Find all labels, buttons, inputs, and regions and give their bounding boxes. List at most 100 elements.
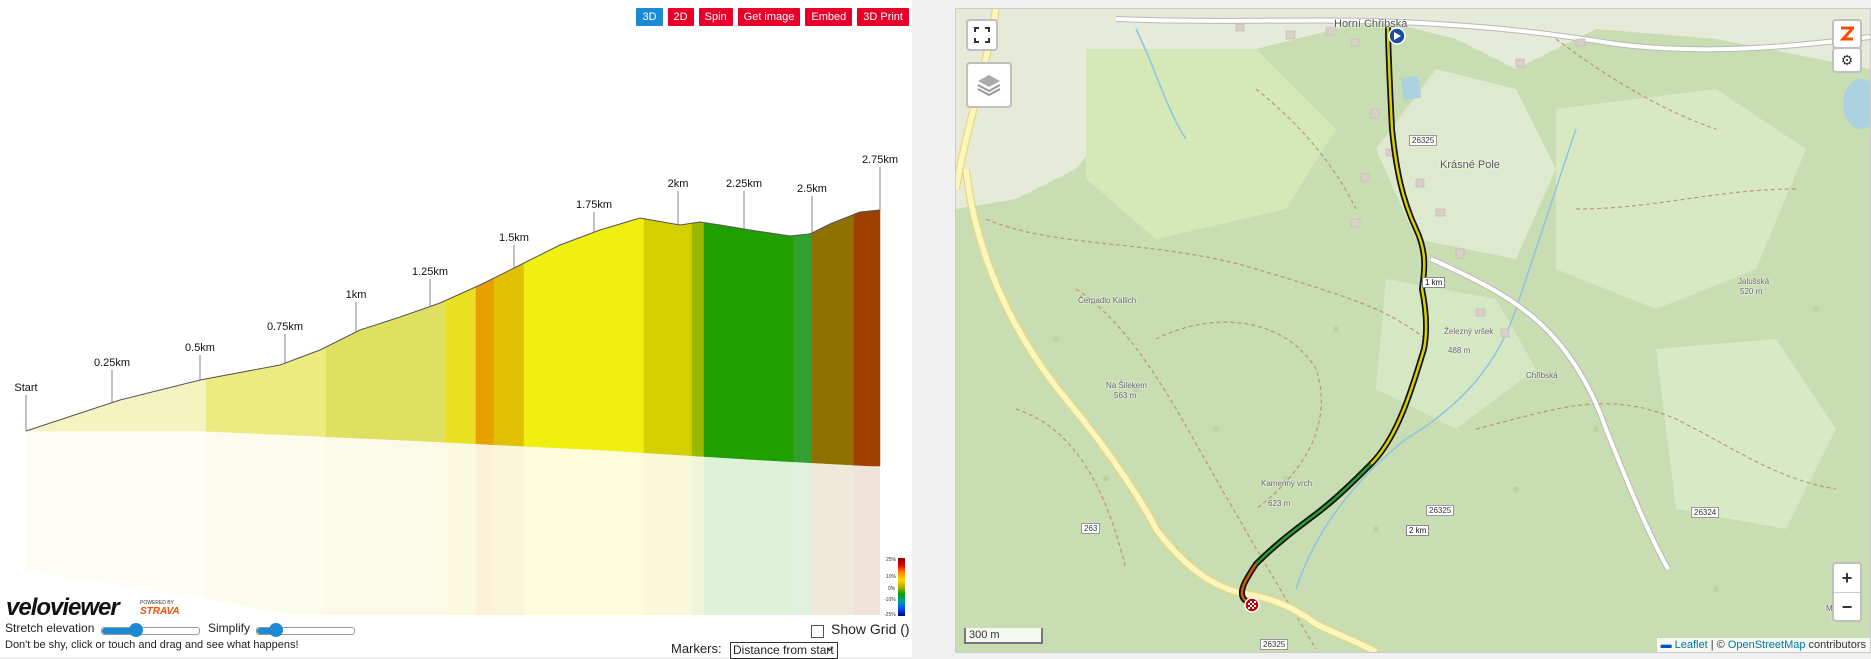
profile-floor-segment — [776, 460, 782, 615]
profile-segment — [289, 358, 297, 436]
profile-segment — [403, 313, 411, 441]
stretch-elevation-slider[interactable] — [101, 623, 200, 637]
get-image-button[interactable]: Get image — [737, 8, 801, 26]
profile-segment — [259, 367, 267, 435]
profile-floor-segment — [746, 459, 752, 615]
profile-floor-segment — [86, 431, 92, 582]
profile-floor-segment — [488, 444, 494, 615]
profile-segment — [379, 321, 387, 440]
profile-floor-segment — [68, 431, 74, 579]
leaflet-link[interactable]: Leaflet — [1675, 639, 1708, 651]
view-3d-button[interactable]: 3D — [636, 8, 663, 26]
profile-floor-segment — [794, 461, 800, 615]
show-grid-checkbox[interactable] — [811, 625, 824, 638]
profile-floor-segment — [518, 445, 524, 615]
road-number-26325-bottom: 26325 — [1260, 639, 1289, 650]
profile-segment — [859, 211, 867, 467]
profile-floor-segment — [860, 465, 866, 615]
profile-floor-segment — [92, 431, 98, 582]
spin-button[interactable]: Spin — [698, 8, 733, 26]
profile-segment — [229, 372, 237, 433]
profile-floor-segment — [506, 445, 512, 615]
profile-segment — [463, 289, 471, 444]
profile-floor-segment — [272, 434, 278, 613]
stretch-slider-thumb[interactable] — [128, 623, 143, 637]
3d-print-button[interactable]: 3D Print — [857, 8, 909, 26]
fullscreen-button[interactable] — [966, 19, 998, 51]
fullscreen-icon — [974, 27, 990, 43]
profile-segment — [631, 218, 639, 453]
strava-logo[interactable]: STRAVA — [140, 606, 180, 617]
profile-floor-segment — [872, 466, 878, 615]
map-tiles[interactable] — [956, 9, 1870, 652]
profile-floor-segment — [530, 446, 536, 615]
view-2d-button[interactable]: 2D — [667, 8, 694, 26]
profile-floor-segment — [194, 431, 200, 598]
profile-segment — [493, 274, 501, 446]
profile-floor-segment — [278, 434, 284, 615]
profile-floor-segment — [446, 442, 452, 615]
profile-floor-segment — [266, 433, 272, 612]
profile-segment — [829, 221, 837, 465]
profile-floor-segment — [104, 431, 110, 584]
route-map[interactable]: Horní Chřibská Krásné Pole Čerpadlo Kall… — [955, 8, 1871, 653]
embed-button[interactable]: Embed — [805, 8, 853, 26]
osm-link[interactable]: OpenStreetMap — [1728, 639, 1806, 651]
profile-panel: Start 0.25km 0.5km 0.75km 1km 1.25km 1.5km 1.75… — [0, 0, 912, 659]
profile-floor-segment — [326, 436, 332, 615]
profile-floor-segment — [692, 455, 698, 615]
simplify-slider[interactable] — [256, 623, 355, 637]
profile-segment — [319, 346, 327, 437]
profile-segment — [739, 228, 747, 460]
profile-segment — [589, 231, 597, 451]
place-jaluska-height: 520 m — [1740, 287, 1763, 296]
profile-segment — [295, 356, 303, 436]
zoom-in-button[interactable]: + — [1842, 564, 1853, 592]
profile-floor-segment — [482, 444, 488, 615]
profile-floor-segment — [158, 431, 164, 593]
profile-floor-segment — [728, 458, 734, 615]
place-na-silekem: Na Šilekem — [1106, 381, 1147, 390]
profile-segment — [733, 227, 741, 460]
profile-floor-segment — [878, 466, 880, 615]
profile-floor-segment — [584, 449, 590, 615]
profile-segment — [169, 385, 177, 432]
route-km-2-label: 2 km — [1406, 525, 1430, 536]
gear-icon: ⚙ — [1840, 51, 1854, 68]
markers-select[interactable]: Distance from start (full — [730, 642, 838, 659]
zoom-out-button[interactable]: − — [1834, 591, 1860, 621]
attribution-contributors: contributors — [1805, 639, 1866, 651]
profile-floor-segment — [716, 457, 722, 615]
view-toolbar: 3D 2D Spin Get image Embed 3D Print — [636, 8, 909, 26]
profile-segment — [85, 408, 93, 432]
strava-heatmap-button[interactable] — [1832, 19, 1862, 49]
layers-button[interactable] — [966, 62, 1012, 108]
simplify-slider-thumb[interactable] — [269, 623, 284, 637]
profile-segment — [367, 325, 375, 440]
profile-floor-segment — [494, 444, 500, 615]
profile-segment — [649, 219, 657, 454]
profile-floor-segment — [350, 437, 356, 615]
place-chribska: Chřibská — [1526, 371, 1558, 380]
profile-segment — [427, 304, 435, 442]
profile-segment — [337, 337, 345, 438]
profile-floor-segment — [134, 431, 140, 589]
profile-floor-segment — [398, 439, 404, 615]
distance-marker-label: 1.5km — [499, 232, 529, 244]
place-kamenny-vrch: Kamenný vrch — [1261, 479, 1313, 488]
profile-floor-segment — [98, 431, 104, 583]
profile-segment — [271, 365, 279, 435]
profile-segment — [793, 234, 801, 463]
elevation-profile-3d[interactable]: Start 0.25km 0.5km 0.75km 1km 1.25km 1.5km 1.75… — [0, 0, 912, 620]
profile-segment — [871, 209, 879, 467]
map-settings-button[interactable]: ⚙ — [1832, 47, 1862, 73]
distance-marker-label: 1.75km — [576, 199, 612, 211]
profile-segment — [535, 253, 543, 448]
profile-segment — [253, 368, 261, 434]
profile-segment — [715, 224, 723, 458]
profile-segment — [547, 247, 555, 448]
profile-floor-segment — [824, 463, 830, 615]
veloviewer-logo[interactable]: veloviewer — [6, 594, 120, 622]
profile-segment — [115, 399, 123, 432]
profile-floor-segment — [566, 448, 572, 615]
